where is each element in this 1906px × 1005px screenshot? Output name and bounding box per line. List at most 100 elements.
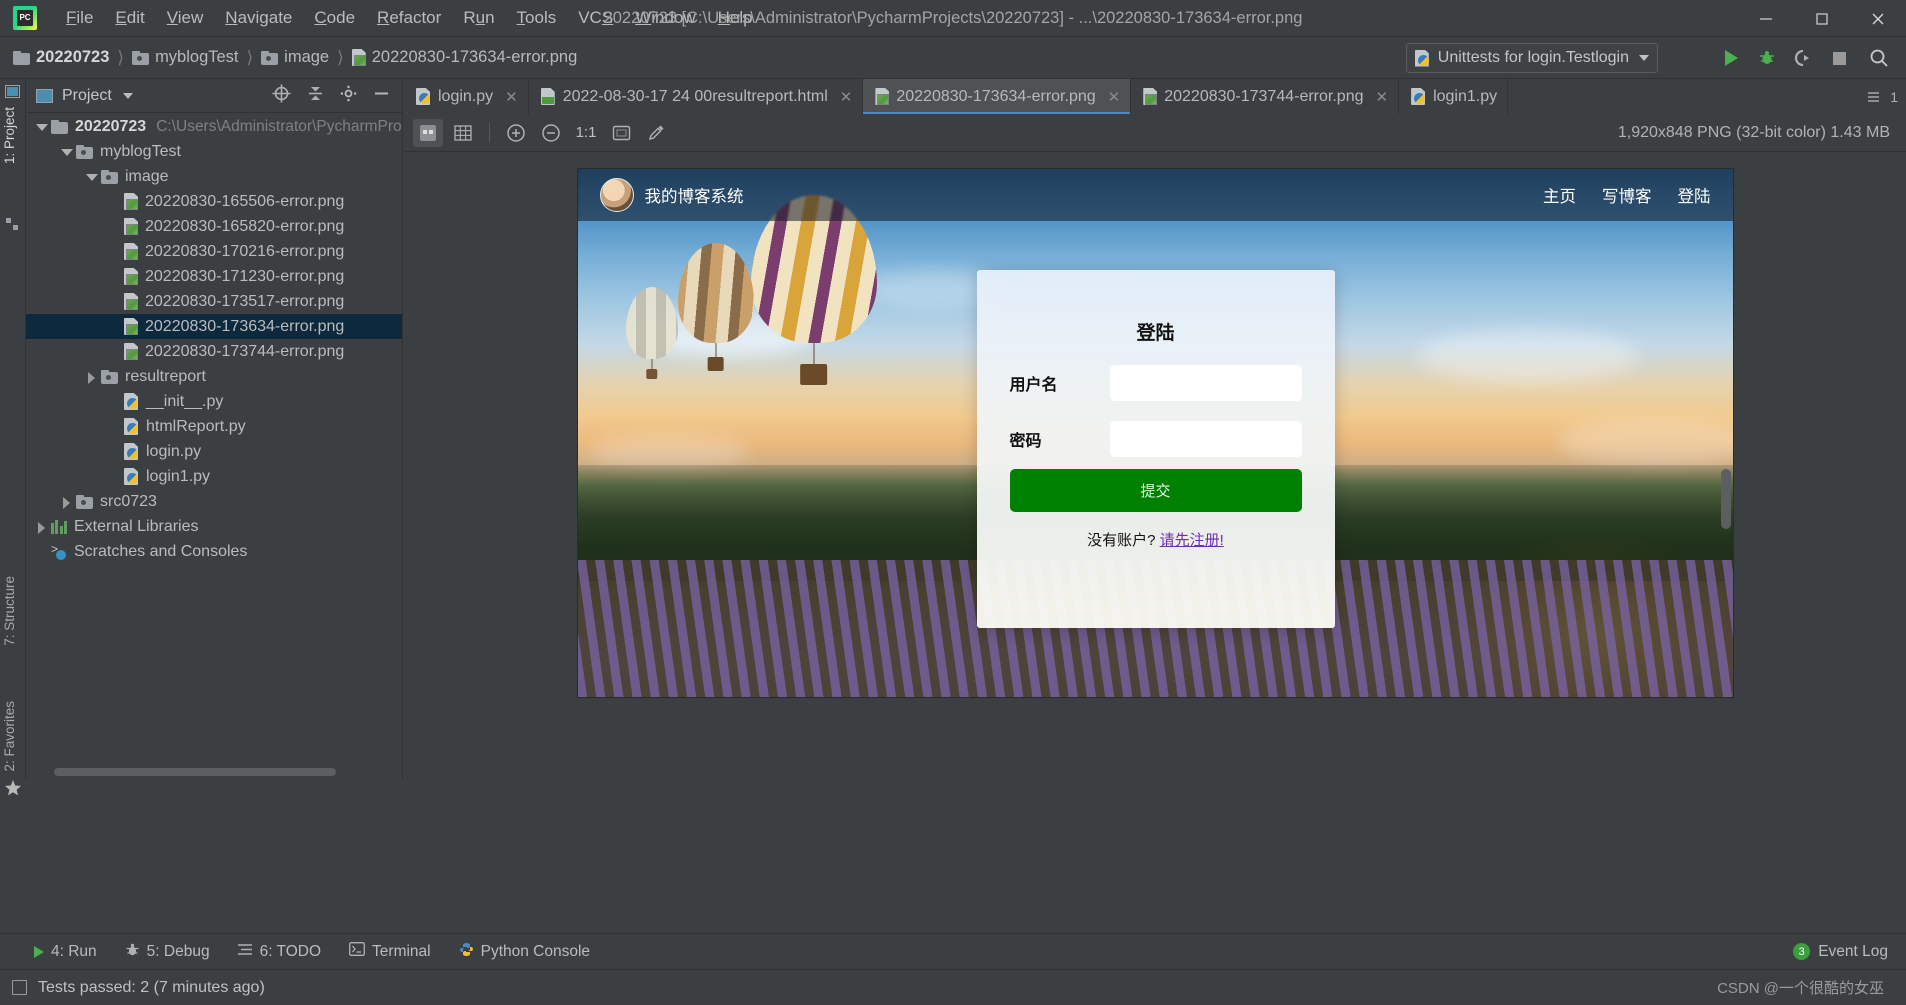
structure-preview-icon[interactable] [5,217,21,233]
chevron-down-icon[interactable] [122,92,133,99]
tree-row[interactable]: src0723 [26,489,402,514]
editor-tab-resultreport-html[interactable]: 2022-08-30-17 24 00resultreport.html ✕ [528,79,864,114]
close-icon[interactable]: ✕ [1108,88,1121,106]
one-to-one-icon[interactable]: 1:1 [571,119,601,147]
tree-row[interactable]: 20220830-173744-error.png [26,339,402,364]
menu-item-navigate[interactable]: Navigate [214,4,303,32]
bottom-item-run[interactable]: 4: Run [34,943,97,961]
tree-row[interactable]: 20220723 C:\Users\Administrator\PycharmP… [26,114,402,139]
tree-row[interactable]: myblogTest [26,139,402,164]
breadcrumb-item-image[interactable]: image [258,46,332,69]
chevron-down-icon[interactable] [34,120,48,134]
editor-tab-20220830-173634-error-png[interactable]: 20220830-173634-error.png ✕ [863,79,1132,114]
fit-icon[interactable] [606,119,636,147]
breadcrumb-item-project[interactable]: 20220723 [10,46,112,69]
chevron-right-icon[interactable] [59,495,73,509]
chevron-down-icon[interactable] [59,145,73,159]
chessboard-icon[interactable] [413,118,443,147]
tree-row-selected[interactable]: 20220830-173634-error.png [26,314,402,339]
menu-item-tools[interactable]: Tools [506,4,568,32]
menu-item-refactor[interactable]: Refactor [366,4,452,32]
site-nav-login[interactable]: 登陆 [1678,183,1711,207]
image-preview: 我的博客系统 主页 写博客 登陆 登陆 用户名 密码 提交 没有账户? 请先注册… [576,168,1734,698]
collapse-all-button[interactable] [307,85,324,107]
run-button[interactable] [1720,47,1742,69]
run-with-coverage-button[interactable] [1792,47,1814,69]
editor-tab-login-py[interactable]: login.py ✕ [404,79,529,114]
tree-row[interactable]: image [26,164,402,189]
tree-row[interactable]: 20220830-173517-error.png [26,289,402,314]
bottom-item-todo[interactable]: 6: TODO [237,943,321,961]
tree-row[interactable]: 20220830-165506-error.png [26,189,402,214]
editor-tab-20220830-173744-error-png[interactable]: 20220830-173744-error.png ✕ [1131,79,1400,114]
tree-row-label: 20220830-173744-error.png [145,342,345,360]
tree-row[interactable]: 20220830-170216-error.png [26,239,402,264]
event-log-button[interactable]: 3 Event Log [1793,943,1906,961]
breadcrumb-item-myblogtest[interactable]: myblogTest [129,46,241,69]
breadcrumb-item-file[interactable]: 20220830-173634-error.png [349,46,581,69]
grid-icon[interactable] [448,119,478,147]
breadcrumb-label: 20220830-173634-error.png [371,48,578,66]
chevron-down-icon[interactable] [84,170,98,184]
tree-row-label: htmlReport.py [146,417,246,435]
editor-tab-login1-py[interactable]: login1.py [1399,79,1509,114]
menu-item-vcs[interactable]: VCS [567,4,624,32]
play-icon [34,945,44,958]
search-everywhere-button[interactable] [1868,47,1890,69]
menu-item-file[interactable]: File [55,4,104,32]
sidebar-item-favorites[interactable]: 2: Favorites [2,701,24,772]
tree-row[interactable]: login1.py [26,464,402,489]
site-nav-write-blog[interactable]: 写博客 [1602,183,1652,207]
eyedropper-icon[interactable] [641,119,671,147]
close-icon[interactable]: ✕ [1376,88,1389,106]
sidebar-item-project[interactable]: 1: Project [2,107,24,164]
project-panel-horizontal-scrollbar[interactable] [54,768,336,776]
project-tree[interactable]: 20220723 C:\Users\Administrator\PycharmP… [26,114,402,765]
site-nav-home[interactable]: 主页 [1543,183,1576,207]
select-opened-file-button[interactable] [272,84,291,108]
maximize-button[interactable] [1794,0,1850,37]
close-icon[interactable]: ✕ [505,88,518,106]
sidebar-item-structure[interactable]: 7: Structure [2,576,24,646]
menu-item-help[interactable]: Help [707,4,764,32]
image-vertical-scrollbar[interactable] [1720,469,1731,529]
password-input[interactable] [1109,421,1302,457]
zoom-out-icon[interactable] [536,119,566,147]
tree-row[interactable]: 20220830-165820-error.png [26,214,402,239]
project-tool-icon[interactable] [5,85,21,101]
tree-row[interactable]: External Libraries [26,514,402,539]
debug-button[interactable] [1756,47,1778,69]
hide-panel-button[interactable] [373,85,390,107]
tree-row[interactable]: htmlReport.py [26,414,402,439]
editor-tab-overflow[interactable]: 1 [1868,79,1906,114]
minimize-button[interactable] [1738,0,1794,37]
chevron-right-icon[interactable] [84,370,98,384]
chevron-down-icon [1639,55,1649,61]
tree-row[interactable]: Scratches and Consoles [26,539,402,564]
favorites-star-icon[interactable] [4,779,22,797]
menu-item-edit[interactable]: Edit [104,4,155,32]
stop-button[interactable] [1828,47,1850,69]
zoom-in-icon[interactable] [501,119,531,147]
gear-icon[interactable] [340,85,357,107]
menu-item-window[interactable]: Window [624,4,706,32]
username-input[interactable] [1109,365,1302,401]
close-button[interactable] [1850,0,1906,37]
chevron-right-icon[interactable] [34,520,48,534]
menu-item-run[interactable]: Run [452,4,505,32]
tree-row-label: myblogTest [100,142,181,160]
tree-row[interactable]: login.py [26,439,402,464]
close-icon[interactable]: ✕ [840,88,853,106]
menu-item-code[interactable]: Code [303,4,366,32]
tree-row[interactable]: __init__.py [26,389,402,414]
run-configuration-selector[interactable]: Unittests for login.Testlogin [1405,43,1658,73]
bottom-item-debug[interactable]: 5: Debug [125,942,210,962]
bottom-item-python-console[interactable]: Python Console [459,942,590,962]
bottom-item-terminal[interactable]: Terminal [349,942,431,961]
register-link[interactable]: 请先注册! [1160,532,1224,549]
tree-row[interactable]: 20220830-171230-error.png [26,264,402,289]
submit-button[interactable]: 提交 [1009,469,1302,512]
scratch-icon [51,542,67,560]
tree-row[interactable]: resultreport [26,364,402,389]
menu-item-view[interactable]: View [156,4,215,32]
